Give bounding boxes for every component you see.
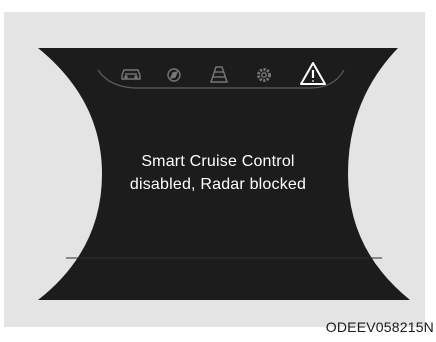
message-line-1: Smart Cruise Control: [141, 153, 295, 170]
figure-code: ODEEV058215N: [325, 319, 434, 335]
status-message: Smart Cruise Control disabled, Radar blo…: [80, 150, 356, 196]
message-line-2: disabled, Radar blocked: [129, 176, 307, 193]
